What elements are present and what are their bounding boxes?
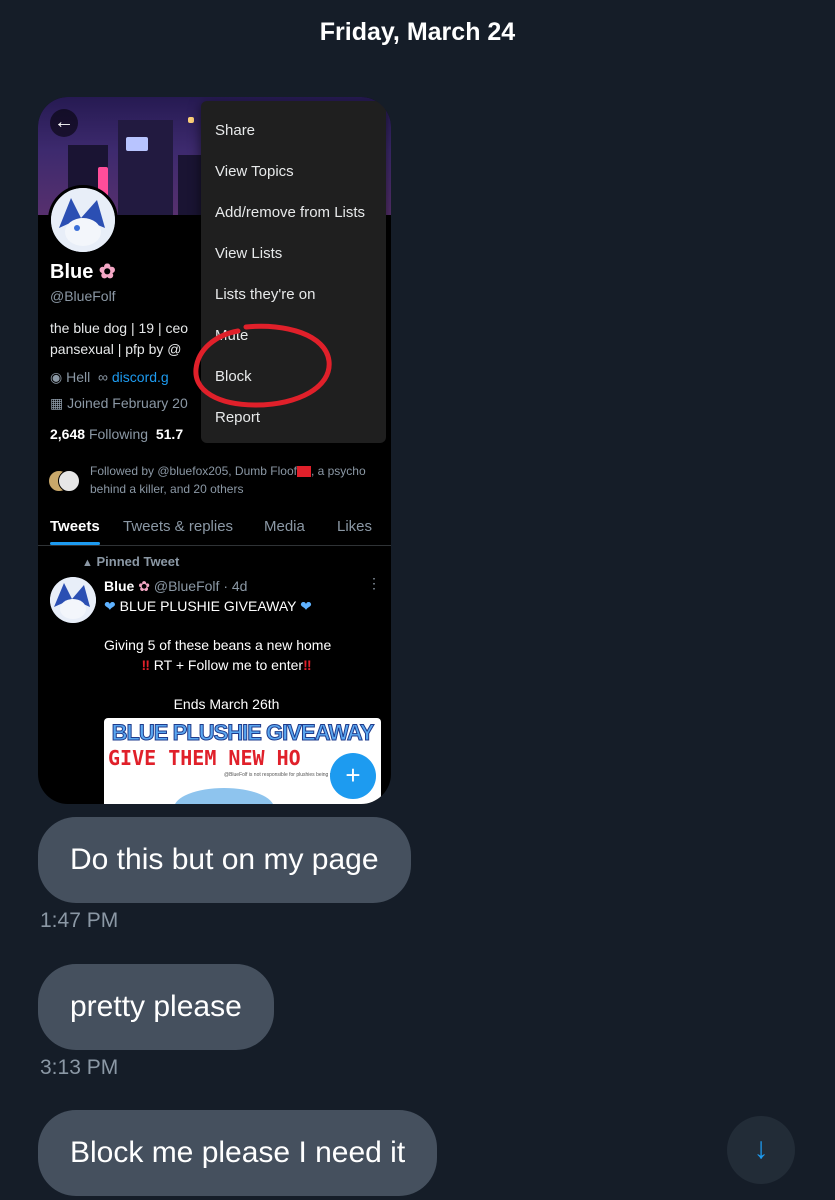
tab-media[interactable]: Media [264, 518, 305, 535]
menu-item-lists-theyre-on[interactable]: Lists they're on [215, 286, 315, 303]
tab-underline [50, 542, 100, 545]
profile-name: Blue ✿ [50, 261, 116, 283]
scroll-down-button[interactable]: ↓ [727, 1116, 795, 1184]
pinned-label: ▲ Pinned Tweet [82, 554, 180, 569]
tab-tweets[interactable]: Tweets [50, 518, 100, 535]
message-bubble[interactable]: Do this but on my page [38, 817, 411, 903]
image-subtitle: GIVE THEM NEW HO [108, 746, 301, 770]
menu-item-view-topics[interactable]: View Topics [215, 163, 294, 180]
calendar-icon: ▦ [50, 395, 64, 411]
tweet-line-3: Ends March 26th [173, 696, 280, 712]
compose-button[interactable]: + [330, 753, 376, 799]
tweet-avatar[interactable] [50, 577, 96, 623]
double-exclamation-icon: ‼ [141, 657, 150, 673]
profile-handle: @BlueFolf [50, 288, 116, 304]
profile-tabs: Tweets Tweets & replies Media Likes [38, 515, 391, 546]
plushie-image [174, 788, 274, 804]
flower-icon: ✿ [138, 578, 150, 594]
double-exclamation-icon: ‼ [303, 657, 312, 673]
pin-icon: ▲ [82, 557, 93, 569]
blue-heart-icon: ❤ [104, 598, 116, 614]
back-button[interactable]: ← [50, 109, 78, 137]
profile-link[interactable]: discord.g [112, 369, 169, 385]
arrow-down-icon: ↓ [753, 1132, 769, 1165]
arrow-left-icon: ← [54, 111, 74, 133]
menu-item-add-remove-lists[interactable]: Add/remove from Lists [215, 204, 365, 221]
date-header: Friday, March 24 [319, 18, 516, 46]
tweet-title: ❤ BLUE PLUSHIE GIVEAWAY ❤ [104, 598, 312, 614]
flower-icon: ✿ [98, 261, 116, 283]
tab-likes[interactable]: Likes [337, 518, 372, 535]
embedded-screenshot[interactable]: ← Blue ✿ @BlueFolf the blue dog | 19 | c… [38, 97, 391, 804]
pin-icon: ◉ [50, 369, 63, 385]
message-time: 1:47 PM [40, 909, 119, 932]
red-square-icon [296, 466, 311, 478]
tab-tweets-replies[interactable]: Tweets & replies [123, 518, 233, 535]
follow-stats[interactable]: 2,648 Following 51.7 [50, 426, 225, 442]
avatar[interactable] [48, 185, 118, 255]
red-annotation-circle [193, 323, 332, 408]
followed-avatars [48, 470, 82, 492]
tweet-header: Blue ✿ @BlueFolf · 4d [104, 578, 248, 594]
menu-item-view-lists[interactable]: View Lists [215, 245, 282, 262]
message-bubble[interactable]: Block me please I need it [38, 1110, 438, 1196]
tweet-more-icon[interactable]: ⋮ [367, 575, 381, 592]
followed-by[interactable]: Followed by @bluefox205, Dumb Floof, a p… [90, 462, 375, 498]
image-title: BLUE PLUSHIE GIVEAWAY [111, 720, 375, 746]
tweet-line-2: ‼ RT + Follow me to enter‼ [141, 657, 312, 673]
message-bubble[interactable]: pretty please [38, 964, 274, 1050]
plus-icon: + [345, 760, 361, 790]
menu-item-report[interactable]: Report [215, 409, 260, 426]
tweet-line-1: Giving 5 of these beans a new home [104, 637, 332, 653]
blue-heart-icon: ❤ [300, 598, 312, 614]
link-icon: ∞ [98, 369, 108, 385]
menu-item-share[interactable]: Share [215, 122, 255, 139]
message-time: 3:13 PM [40, 1056, 119, 1079]
